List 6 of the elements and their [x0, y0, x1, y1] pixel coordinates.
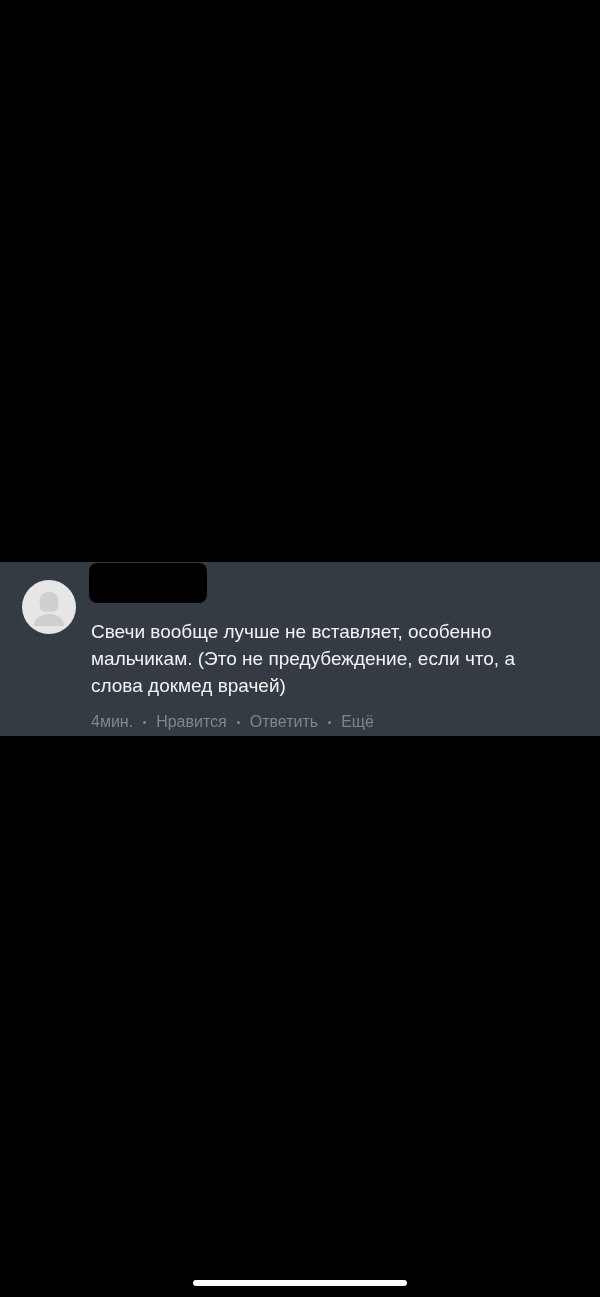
- comment-time: 4мин.: [91, 712, 134, 732]
- avatar-icon[interactable]: [22, 580, 76, 634]
- comment-action-link[interactable]: Ещё: [341, 710, 374, 734]
- comment-action-link[interactable]: Нравится: [156, 710, 227, 734]
- comment-action-link[interactable]: Ответить: [249, 710, 319, 734]
- comment-text: Свечи вообще лучше не вставляет, особенно мальчикам. (Это не предубеждение, если что, а слова докмед врачей): [91, 620, 516, 698]
